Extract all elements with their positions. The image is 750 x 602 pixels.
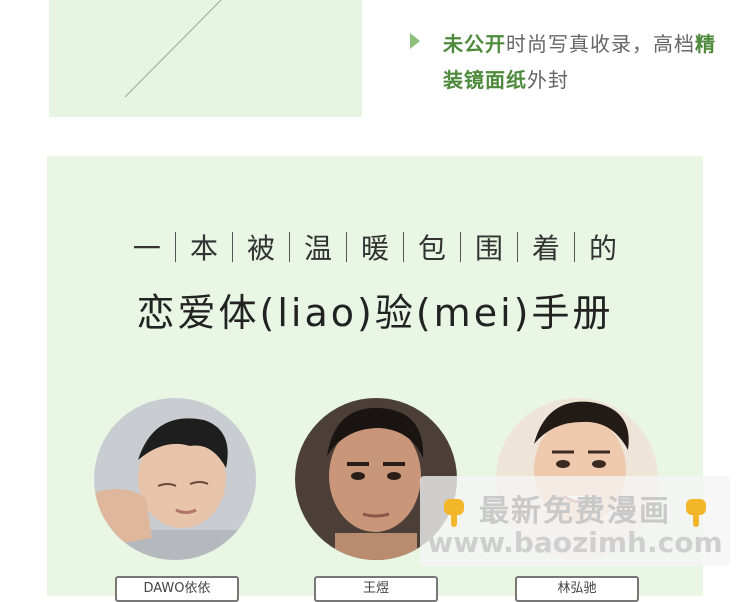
slogan-char: 暖 (360, 232, 389, 265)
placeholder-diagonal-line (124, 0, 222, 98)
slogan-char: 包 (418, 232, 447, 265)
slogan-char: 着 (532, 232, 561, 265)
pointing-down-hand-icon (686, 498, 707, 527)
highlight-unpublished: 未公开 (443, 32, 506, 56)
slogan-char: 一 (132, 232, 161, 265)
intro-description: 未公开时尚写真收录，高档精装镜面纸外封 (443, 26, 733, 98)
intro-text-1: 时尚写真收录，高档 (506, 32, 695, 56)
slogan-line: 一 本 被 温 暖 包 围 着 的 (0, 227, 750, 267)
name-tag: 林弘驰 (515, 576, 639, 602)
watermark-line1: 最新免费漫画 (479, 494, 671, 529)
watermark-overlay: 最新免费漫画 www.baozimh.com (420, 476, 730, 566)
slogan-char: 被 (246, 232, 275, 265)
watermark-url: www.baozimh.com (427, 526, 723, 559)
slogan-char: 的 (589, 232, 618, 265)
portrait-photo (94, 398, 256, 560)
slogan-char: 温 (303, 232, 332, 265)
name-tag: 王煜 (314, 576, 438, 602)
watermark-title: 最新免费漫画 (420, 486, 730, 530)
slogan-char: 围 (475, 232, 504, 265)
intro-text-2: 外封 (527, 68, 569, 92)
bullet-arrow-icon (410, 33, 420, 49)
name-tag: DAWO依依 (115, 576, 239, 602)
top-image-frame (49, 0, 362, 117)
pointing-down-hand-icon (443, 498, 464, 527)
book-title: 恋爱体(liao)验(mei)手册 (136, 291, 614, 335)
slogan-char: 本 (189, 232, 218, 265)
